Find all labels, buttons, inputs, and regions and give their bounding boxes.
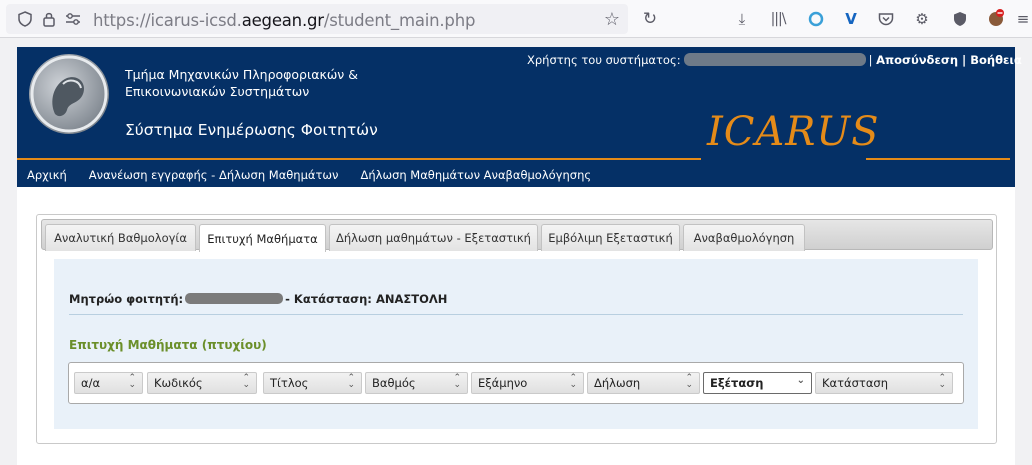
user-label: Χρήστης του συστήματος: xyxy=(527,53,681,67)
bookmark-star-icon[interactable]: ☆ xyxy=(602,9,622,30)
menu-icon[interactable]: ≡ xyxy=(1014,9,1032,29)
column-header-semester[interactable]: Εξάμηνο ⌃ ⌄ xyxy=(471,372,584,394)
university-logo-icon xyxy=(29,54,109,134)
column-header-declaration[interactable]: Δήλωση ⌃ ⌄ xyxy=(587,372,700,394)
column-header-grade[interactable]: Βαθμός ⌃ ⌄ xyxy=(365,372,468,394)
column-header-code[interactable]: Κωδικός ⌃ ⌄ xyxy=(147,372,257,394)
courses-grid-header: α/α ⌃ ⌄ Κωδικός ⌃ ⌄ Τίτλος ⌃ ⌄ Βαθμός ⌃ ⌄ Εξάμην… xyxy=(68,362,964,404)
registration-label: Μητρώο φοιτητή: xyxy=(69,292,184,306)
column-label: Εξάμηνο xyxy=(478,376,528,390)
link-separator: | xyxy=(962,53,967,67)
nav-registration-renewal[interactable]: Ανανέωση εγγραφής - Δήλωση Μαθημάτων xyxy=(89,168,339,182)
browser-toolbar: https://icarus-icsd.aegean.gr/student_ma… xyxy=(0,0,1032,38)
sort-arrows-icon: ⌃ ⌄ xyxy=(453,373,461,390)
help-link[interactable]: Βοήθεια xyxy=(970,53,1022,67)
user-separator: | xyxy=(868,53,873,67)
lock-icon[interactable] xyxy=(40,10,58,28)
permissions-icon[interactable] xyxy=(64,10,82,28)
tab-passed-courses[interactable]: Επιτυχή Μαθήματα xyxy=(199,224,326,252)
nav-home[interactable]: Αρχική xyxy=(27,168,67,182)
logout-link[interactable]: Αποσύνδεση xyxy=(876,53,958,67)
column-header-status[interactable]: Κατάσταση ⌃ ⌄ xyxy=(815,372,953,394)
url-text[interactable]: https://icarus-icsd.aegean.gr/student_ma… xyxy=(93,11,475,30)
sort-arrows-icon: ⌃ ⌄ xyxy=(569,373,577,390)
tab-interim-exams[interactable]: Εμβόλιμη Εξεταστική xyxy=(541,224,680,251)
extension-gear-icon[interactable]: ⚙ xyxy=(912,9,932,29)
sort-arrows-icon: ⌃ ⌄ xyxy=(685,373,693,390)
column-header-exam[interactable]: Εξέταση ⌄ xyxy=(703,372,812,394)
icarus-brand: ICARUS xyxy=(707,109,880,155)
column-header-index[interactable]: α/α ⌃ ⌄ xyxy=(74,372,143,394)
tab-content: Μητρώο φοιτητή: - Κατάσταση: ΑΝΑΣΤΟΛΗ Επι… xyxy=(54,259,978,429)
system-title: Σύστημα Ενημέρωσης Φοιτητών xyxy=(125,121,378,139)
tab-bar: Αναλυτική Βαθμολογία Επιτυχή Μαθήματα Δή… xyxy=(41,219,993,252)
status-label: - Κατάσταση: xyxy=(285,292,372,306)
shield-icon[interactable] xyxy=(16,10,34,28)
main-nav: Αρχική Ανανέωση εγγραφής - Δήλωση Μαθημά… xyxy=(17,163,1015,187)
column-header-title[interactable]: Τίτλος ⌃ ⌄ xyxy=(263,372,362,394)
column-label: α/α xyxy=(81,376,101,390)
sort-arrows-icon: ⌃ ⌄ xyxy=(128,373,136,390)
page: Τμήμα Μηχανικών Πληροφοριακών & Επικοινω… xyxy=(17,47,1022,465)
reload-icon[interactable]: ↻ xyxy=(640,9,660,29)
downloads-icon[interactable]: ⤓ xyxy=(732,9,752,29)
tab-detailed-grades[interactable]: Αναλυτική Βαθμολογία xyxy=(45,224,196,251)
extension-ring-icon[interactable] xyxy=(806,9,826,29)
site-header: Τμήμα Μηχανικών Πληροφοριακών & Επικοινω… xyxy=(17,47,1022,187)
column-label: Τίτλος xyxy=(270,376,309,390)
address-bar[interactable]: https://icarus-icsd.aegean.gr/student_ma… xyxy=(6,4,628,34)
sort-arrows-icon: ⌃ ⌄ xyxy=(347,373,355,390)
sort-arrows-icon: ⌃ ⌄ xyxy=(242,373,250,390)
column-label: Κωδικός xyxy=(154,376,203,390)
nav-regrading-declaration[interactable]: Δήλωση Μαθημάτων Αναβαθμολόγησης xyxy=(360,168,591,182)
column-label: Δήλωση xyxy=(594,376,641,390)
column-label: Βαθμός xyxy=(372,376,416,390)
ublock-icon[interactable] xyxy=(950,9,970,29)
extension-v-icon[interactable]: V xyxy=(841,9,861,29)
orange-rule-left xyxy=(17,158,701,160)
department-line-2: Επικοινωνιακών Συστημάτων xyxy=(125,84,310,99)
department-name: Τμήμα Μηχανικών Πληροφοριακών & Επικοινω… xyxy=(125,66,358,100)
status-value: ΑΝΑΣΤΟΛΗ xyxy=(375,292,448,306)
student-info: Μητρώο φοιτητή: - Κατάσταση: ΑΝΑΣΤΟΛΗ xyxy=(69,292,447,306)
sort-desc-icon: ⌄ xyxy=(796,375,805,386)
tab-exam-declaration[interactable]: Δήλωση μαθημάτων - Εξεταστική xyxy=(329,224,538,251)
department-line-1: Τμήμα Μηχανικών Πληροφοριακών & xyxy=(125,67,358,82)
extension-avatar-icon[interactable] xyxy=(986,8,1006,28)
orange-rule-right xyxy=(866,158,1010,160)
sort-arrows-icon: ⌃ ⌄ xyxy=(938,373,946,390)
pocket-icon[interactable] xyxy=(876,9,896,29)
redacted-username xyxy=(683,53,866,66)
tab-regrading[interactable]: Αναβαθμολόγηση xyxy=(683,224,805,251)
divider xyxy=(69,314,963,315)
column-label: Κατάσταση xyxy=(822,376,888,390)
section-title: Επιτυχή Μαθήματα (πτυχίου) xyxy=(69,338,267,352)
library-icon[interactable]: |||\ xyxy=(768,9,788,29)
tabs-panel: Αναλυτική Βαθμολογία Επιτυχή Μαθήματα Δή… xyxy=(36,214,997,444)
column-label: Εξέταση xyxy=(710,376,764,390)
user-bar: Χρήστης του συστήματος: | Αποσύνδεση | Βο… xyxy=(527,53,1022,67)
redacted-registration-number xyxy=(185,293,284,304)
